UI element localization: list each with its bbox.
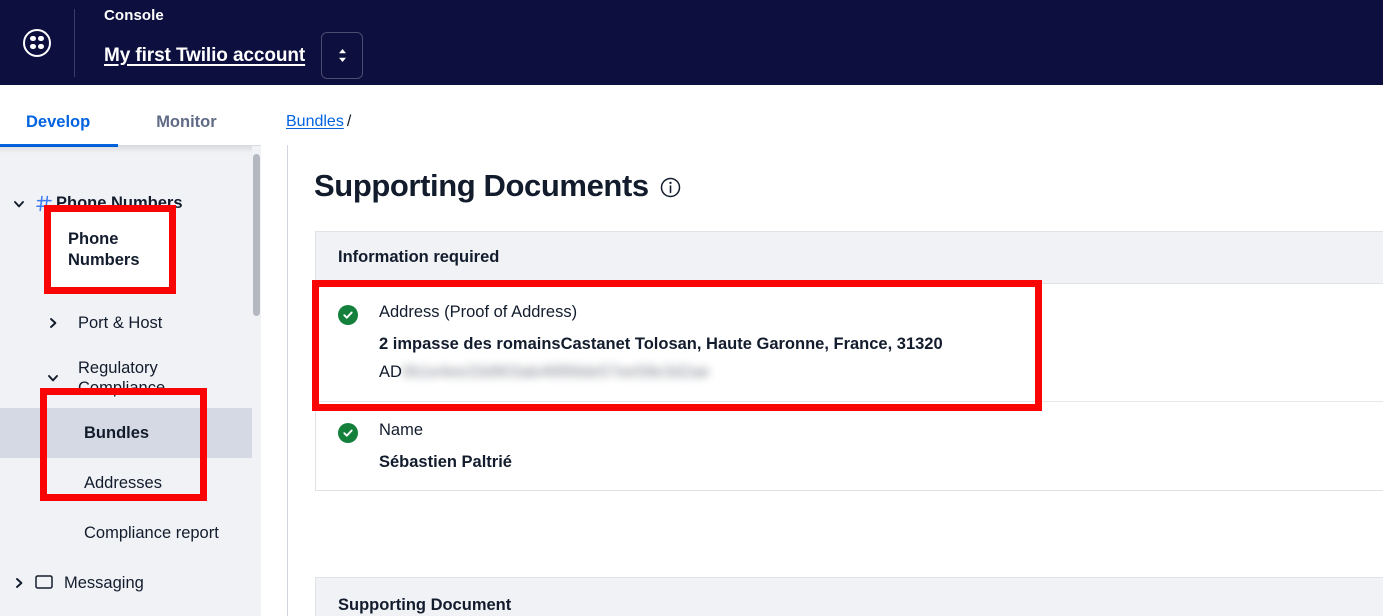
requirement-sid: AD0b1e4ee33d903ab46f89de57ee58e3d2ae [379, 362, 943, 383]
tab-monitor[interactable]: Monitor [156, 113, 216, 146]
top-navigation-bar: Console My first Twilio account [0, 0, 1383, 85]
sidebar-tabs: Develop Monitor [0, 85, 261, 147]
topbar-divider [74, 8, 75, 77]
sidebar-item-compliance-report[interactable]: Compliance report [0, 508, 261, 558]
sidebar-item-phone-numbers[interactable]: Phone Numbers [0, 159, 261, 248]
account-switcher-button[interactable] [321, 32, 364, 79]
chevron-down-icon [40, 371, 66, 385]
panel-header: Information required [316, 232, 1383, 284]
console-label: Console [104, 7, 164, 24]
tab-develop[interactable]: Develop [0, 113, 119, 147]
breadcrumb-link-bundles[interactable]: Bundles [286, 113, 344, 130]
sidebar-item-label: Compliance report [84, 523, 219, 542]
chevron-up-down-icon [338, 49, 346, 62]
sidebar-item-manage[interactable]: Manage [0, 248, 261, 298]
main-content: Bundles / Supporting Documents Informatio… [261, 85, 1383, 616]
app-root: Console My first Twilio account Develop … [0, 0, 1383, 616]
sidebar-item-messaging[interactable]: Messaging [0, 558, 261, 608]
sidebar-item-label: Bundles [84, 423, 150, 442]
sidebar-item-label: Messaging [64, 573, 144, 592]
sidebar-item-port-and-host[interactable]: Port & Host [0, 298, 261, 348]
requirement-texts: Name Sébastien Paltrié [379, 420, 512, 472]
page-title-row: Supporting Documents [314, 170, 681, 201]
sidebar-item-label: Regulatory Compliance [78, 358, 166, 397]
requirement-label: Name [379, 420, 424, 439]
requirement-value: 2 impasse des romainsCastanet Tolosan, H… [379, 334, 943, 353]
twilio-logo-icon [23, 28, 51, 57]
sidebar: Develop Monitor Phone Numbers Manage Por… [0, 85, 261, 616]
sidebar-item-addresses[interactable]: Addresses [0, 458, 261, 508]
sidebar-scrollbar-thumb[interactable] [253, 154, 260, 316]
content-rail [287, 145, 288, 616]
chevron-down-icon [6, 197, 32, 211]
chevron-right-icon [6, 576, 32, 590]
twilio-logo-button[interactable] [0, 0, 74, 85]
panel-header: Supporting Document [316, 578, 1383, 616]
sidebar-item-regulatory-compliance[interactable]: Regulatory Compliance [0, 348, 261, 408]
account-name-link[interactable]: My first Twilio account [104, 45, 305, 67]
check-circle-icon [338, 305, 358, 325]
chevron-right-icon [40, 266, 66, 280]
sidebar-item-label: Port & Host [78, 313, 163, 332]
account-block: Console My first Twilio account [104, 0, 364, 85]
requirement-row-name: Name Sébastien Paltrié [316, 400, 1383, 490]
sidebar-item-label: Phone Numbers [56, 194, 183, 213]
sidebar-item-label: Manage [78, 263, 138, 282]
panel-body: Address (Proof of Address) 2 impasse des… [316, 284, 1383, 490]
panel-information-required: Information required Address (Proof of A… [315, 231, 1383, 492]
sid-redacted: 0b1e4ee33d903ab46f89de57ee58e3d2ae [401, 363, 710, 382]
requirement-texts: Address (Proof of Address) 2 impasse des… [379, 302, 943, 383]
breadcrumb: Bundles / [286, 113, 351, 131]
chat-icon [32, 575, 56, 591]
hash-icon [32, 195, 56, 212]
panel-supporting-document: Supporting Document [315, 577, 1383, 616]
requirement-row-address: Address (Proof of Address) 2 impasse des… [316, 284, 1383, 401]
requirement-label: Address (Proof of Address) [379, 303, 578, 321]
account-row: My first Twilio account [104, 32, 364, 79]
page-title: Supporting Documents [314, 168, 649, 203]
sidebar-item-label: Addresses [84, 473, 162, 492]
info-circle-icon[interactable] [660, 177, 681, 198]
sidebar-nav-scroll-area: Phone Numbers Manage Port & Host Regulat… [0, 146, 261, 616]
chevron-right-icon [40, 316, 66, 330]
requirement-value: Sébastien Paltrié [379, 452, 512, 471]
breadcrumb-separator: / [346, 113, 352, 130]
sidebar-item-bundles[interactable]: Bundles [0, 408, 261, 458]
scroll-shadow [0, 146, 252, 153]
sid-prefix: AD [379, 363, 402, 382]
check-circle-icon [338, 422, 358, 443]
